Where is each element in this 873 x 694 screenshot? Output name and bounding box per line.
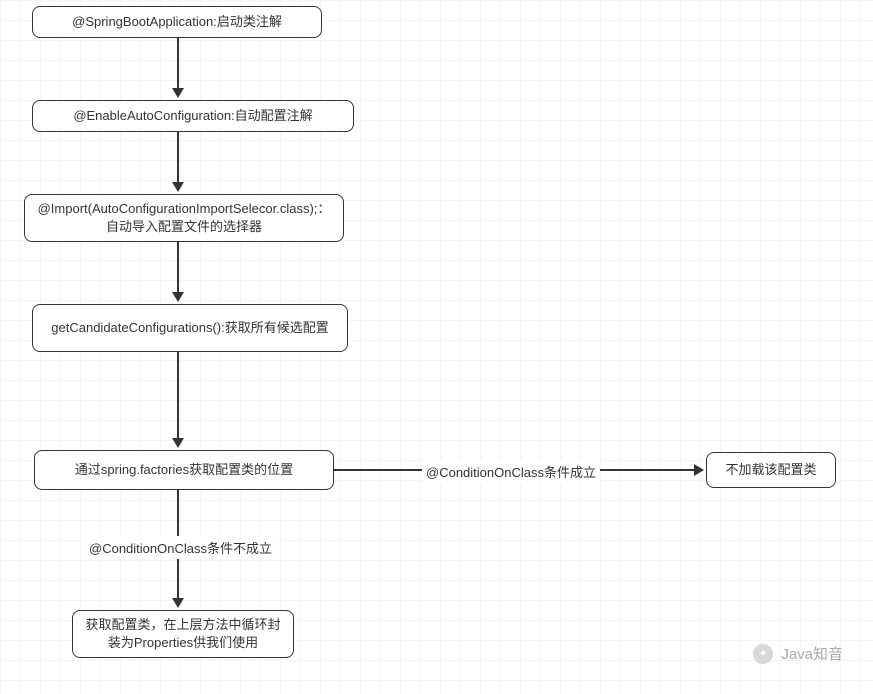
node-label: 通过spring.factories获取配置类的位置 [75,461,293,479]
arrow-head-4-5 [172,438,184,448]
node-label: @Import(AutoConfigurationImportSelecor.c… [35,200,333,236]
arrow-head-5-6 [172,598,184,608]
node-label: @SpringBootApplication:启动类注解 [72,13,282,31]
arrow-1-2 [177,38,179,88]
node-label: getCandidateConfigurations():获取所有候选配置 [51,319,328,337]
edge-label-condition-true: @ConditionOnClass条件成立 [422,460,600,483]
node-label: 获取配置类，在上层方法中循环封装为Properties供我们使用 [83,616,283,652]
arrow-head-3-4 [172,292,184,302]
node-label: 不加载该配置类 [725,461,816,479]
arrow-head-2-3 [172,182,184,192]
edge-label-condition-false: @ConditionOnClass条件不成立 [85,536,276,559]
flow-node-properties-wrap: 获取配置类，在上层方法中循环封装为Properties供我们使用 [72,610,294,658]
arrow-4-5 [177,352,179,438]
watermark-text: Java知音 [781,643,843,664]
flow-node-spring-factories: 通过spring.factories获取配置类的位置 [34,450,334,490]
flow-node-enable-auto-configuration: @EnableAutoConfiguration:自动配置注解 [32,100,354,132]
flow-node-import-selector: @Import(AutoConfigurationImportSelecor.c… [24,194,344,242]
arrow-3-4 [177,242,179,292]
wechat-icon: ✦ [753,644,773,664]
arrow-2-3 [177,132,179,182]
arrow-head-1-2 [172,88,184,98]
flow-node-not-load: 不加载该配置类 [706,452,836,488]
flow-node-candidate-configurations: getCandidateConfigurations():获取所有候选配置 [32,304,348,352]
watermark: ✦ Java知音 [753,643,843,664]
node-label: @EnableAutoConfiguration:自动配置注解 [73,107,312,125]
arrow-head-5-7 [694,464,704,476]
flow-node-springboot-application: @SpringBootApplication:启动类注解 [32,6,322,38]
